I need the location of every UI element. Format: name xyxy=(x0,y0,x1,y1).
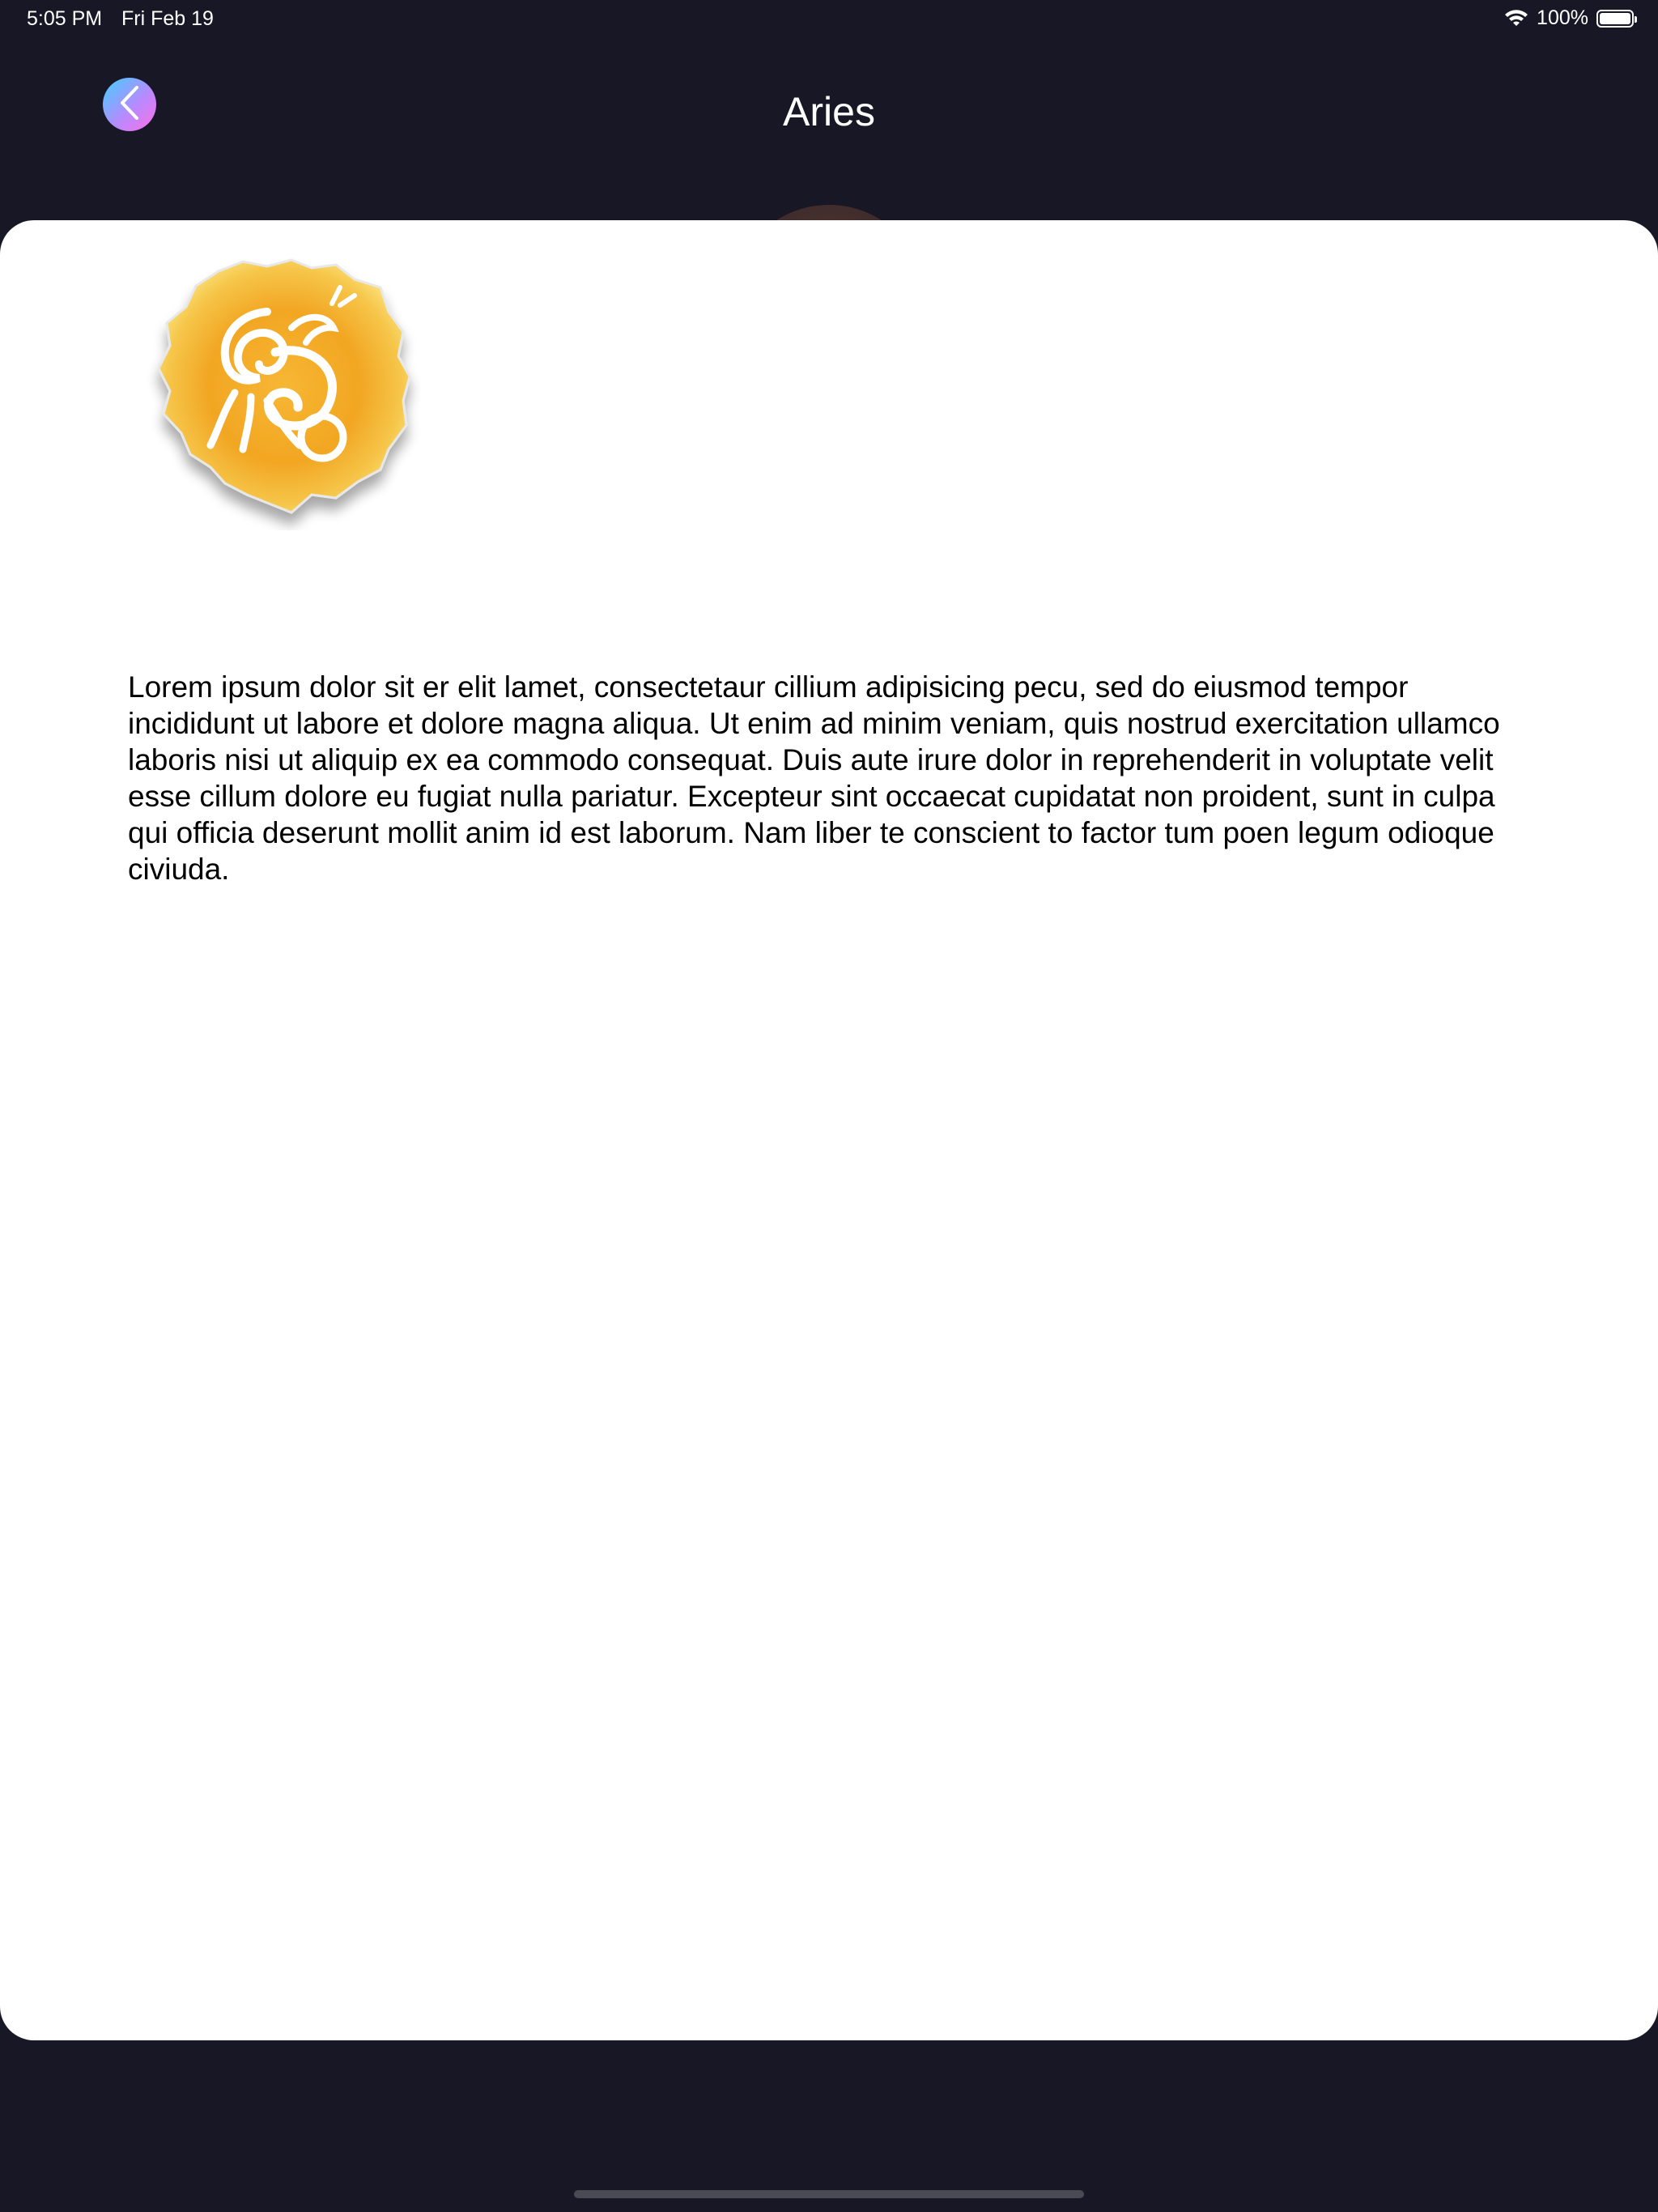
status-bar: 5:05 PM Fri Feb 19 100% xyxy=(0,0,1658,39)
aries-ram-icon xyxy=(146,255,421,530)
wifi-icon xyxy=(1504,9,1528,28)
battery-fill xyxy=(1600,12,1630,24)
battery-icon xyxy=(1596,9,1637,28)
home-indicator[interactable] xyxy=(574,2190,1084,2198)
status-indicators: 100% xyxy=(1504,6,1637,30)
page-title: Aries xyxy=(783,89,875,134)
sign-description: Lorem ipsum dolor sit er elit lamet, con… xyxy=(128,670,1500,886)
app-screen: 5:05 PM Fri Feb 19 100% Aries Lorem ipsu… xyxy=(0,0,1658,2212)
battery-percent: 100% xyxy=(1537,6,1588,29)
status-date: Fri Feb 19 xyxy=(121,7,214,30)
status-time: 5:05 PM xyxy=(27,7,103,30)
